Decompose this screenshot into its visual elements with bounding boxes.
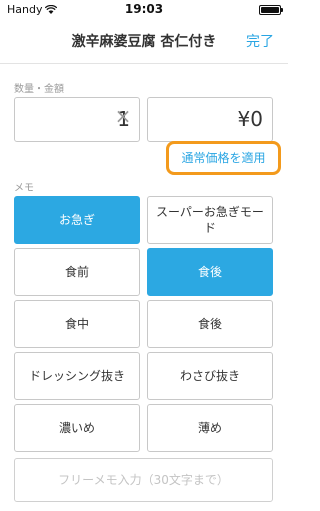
memo-option-before-meal[interactable]: 食前 [14,248,140,296]
memo-option-no-wasabi[interactable]: わさび抜き [147,352,273,400]
amount-field[interactable]: ¥0 [147,97,273,142]
page-title: 激辛麻婆豆腐 杏仁付き [71,34,217,50]
done-button[interactable]: 完了 [246,31,274,51]
memo-option-no-dressing[interactable]: ドレッシング抜き [14,352,140,400]
clock: 19:03 [124,2,164,16]
free-memo-input[interactable]: フリーメモ入力（30文字まで） [14,458,273,502]
quantity-section-label: 数量・金額 [14,84,64,95]
battery-icon [259,5,283,15]
memo-option-strong[interactable]: 濃いめ [14,404,140,452]
nav-bar: 激辛麻婆豆腐 杏仁付き 完了 [0,20,288,64]
memo-option-during-meal[interactable]: 食中 [14,300,140,348]
multiply-icon: × [114,104,132,128]
memo-option-light[interactable]: 薄め [147,404,273,452]
memo-option-after-meal[interactable]: 食後 [147,248,273,296]
memo-option-after-meal-2[interactable]: 食後 [147,300,273,348]
memo-option-hurry[interactable]: お急ぎ [14,196,140,244]
apply-regular-price-button[interactable]: 通常価格を適用 [166,141,281,175]
memo-option-super-hurry[interactable]: スーパーお急ぎモード [147,196,273,244]
status-bar: Handy 19:03 [0,0,288,20]
memo-section-label: メモ [14,183,34,194]
